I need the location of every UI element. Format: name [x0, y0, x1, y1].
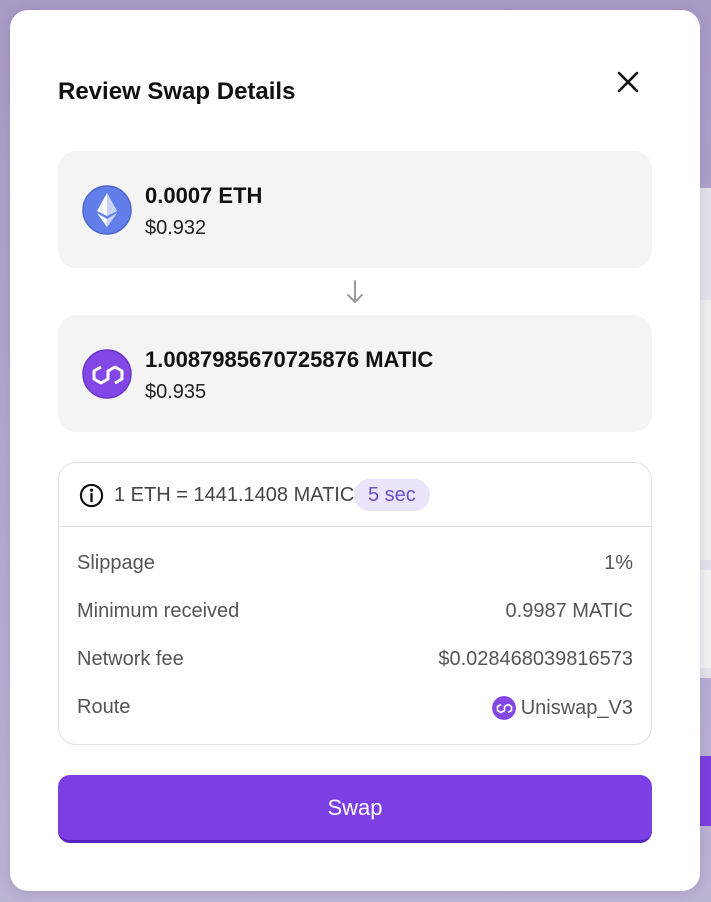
swap-details-panel: 1 ETH = 1441.1408 MATIC 5 sec Slippage 1…: [58, 462, 652, 745]
exchange-rate: 1 ETH = 1441.1408 MATIC: [114, 484, 355, 506]
to-token-card: 1.0087985670725876 MATIC $0.935: [58, 315, 652, 432]
modal-title: Review Swap Details: [58, 78, 296, 105]
refresh-timer-badge: 5 sec: [354, 479, 430, 511]
arrow-down-icon: [347, 280, 363, 303]
info-icon[interactable]: [79, 483, 104, 508]
route-value-group: Uniswap_V3: [491, 696, 633, 720]
close-button[interactable]: [612, 66, 644, 98]
exchange-rate-row: 1 ETH = 1441.1408 MATIC 5 sec: [59, 463, 651, 527]
minimum-received-row: Minimum received 0.9987 MATIC: [77, 600, 633, 630]
to-token-amount: 1.0087985670725876 MATIC: [145, 347, 434, 372]
minimum-received-label: Minimum received: [77, 600, 240, 622]
route-row: Route Uniswap_V3: [77, 696, 633, 726]
from-token-usd-value: $0.932: [145, 217, 207, 239]
network-fee-label: Network fee: [77, 648, 184, 670]
slippage-row: Slippage 1%: [77, 552, 633, 582]
minimum-received-value: 0.9987 MATIC: [505, 600, 633, 622]
network-fee-value: $0.028468039816573: [438, 648, 633, 670]
from-token-amount: 0.0007 ETH: [145, 183, 263, 208]
to-token-usd-value: $0.935: [145, 381, 207, 403]
swap-button[interactable]: Swap: [58, 775, 652, 843]
from-token-card: 0.0007 ETH $0.932: [58, 151, 652, 268]
ethereum-icon: [82, 185, 132, 235]
slippage-value: 1%: [604, 552, 633, 574]
route-value: Uniswap_V3: [520, 696, 633, 719]
polygon-icon: [82, 349, 132, 399]
route-label: Route: [77, 696, 131, 718]
network-fee-row: Network fee $0.028468039816573: [77, 648, 633, 678]
review-swap-modal: Review Swap Details 0.0007 ETH $0.932 1.…: [10, 10, 700, 891]
slippage-label: Slippage: [77, 552, 155, 574]
close-icon: [617, 71, 639, 93]
polygon-icon: [491, 696, 516, 720]
